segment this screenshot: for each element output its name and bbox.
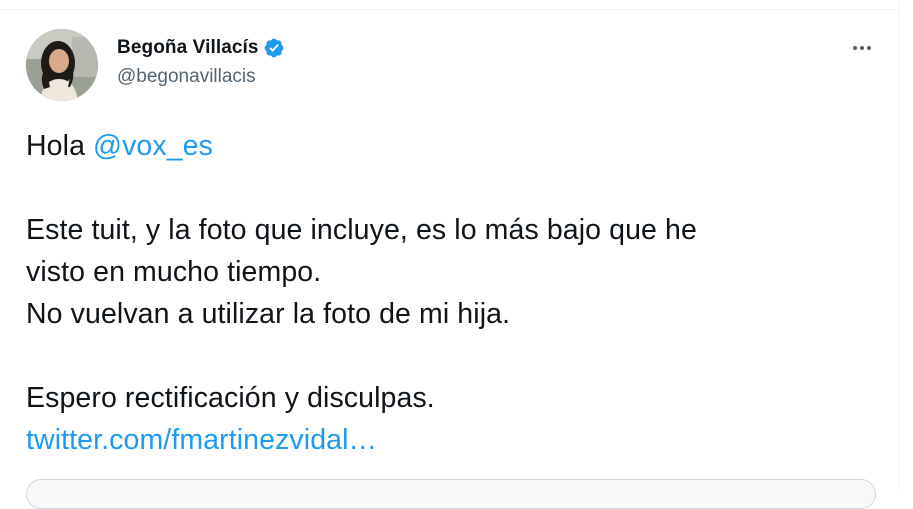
- more-options-icon[interactable]: [845, 36, 879, 60]
- author-block: Begoña Villacís @begonavillacis: [117, 36, 285, 88]
- more-dot: [867, 46, 871, 50]
- tweet-card: Begoña Villacís @begonavillacis Hola @vo…: [0, 0, 900, 509]
- tweet-link[interactable]: twitter.com/fmartinezvidal…: [26, 424, 377, 456]
- tweet-line: Espero rectificación y disculpas.: [26, 382, 435, 414]
- more-dot: [853, 46, 857, 50]
- tweet-line: No vuelvan a utilizar la foto de mi hija…: [26, 298, 511, 330]
- divider: [0, 9, 900, 10]
- author-name[interactable]: Begoña Villacís: [117, 37, 259, 59]
- tweet-text: Hola @vox_es Este tuit, y la foto que in…: [26, 125, 886, 461]
- more-dot: [860, 46, 864, 50]
- avatar-photo: [26, 29, 98, 101]
- avatar[interactable]: [26, 29, 98, 101]
- tweet-line: Este tuit, y la foto que incluye, es lo …: [26, 214, 697, 246]
- quoted-tweet-card[interactable]: [26, 479, 876, 509]
- tweet-line: Hola @vox_es: [26, 125, 886, 167]
- greeting-text: Hola: [26, 130, 94, 162]
- author-handle[interactable]: @begonavillacis: [117, 66, 285, 88]
- mention-link[interactable]: @vox_es: [93, 130, 213, 162]
- author-name-row: Begoña Villacís: [117, 36, 285, 60]
- tweet-line: twitter.com/fmartinezvidal…: [26, 419, 886, 461]
- tweet-line: visto en mucho tiempo.: [26, 256, 322, 288]
- verified-badge-icon: [264, 38, 284, 58]
